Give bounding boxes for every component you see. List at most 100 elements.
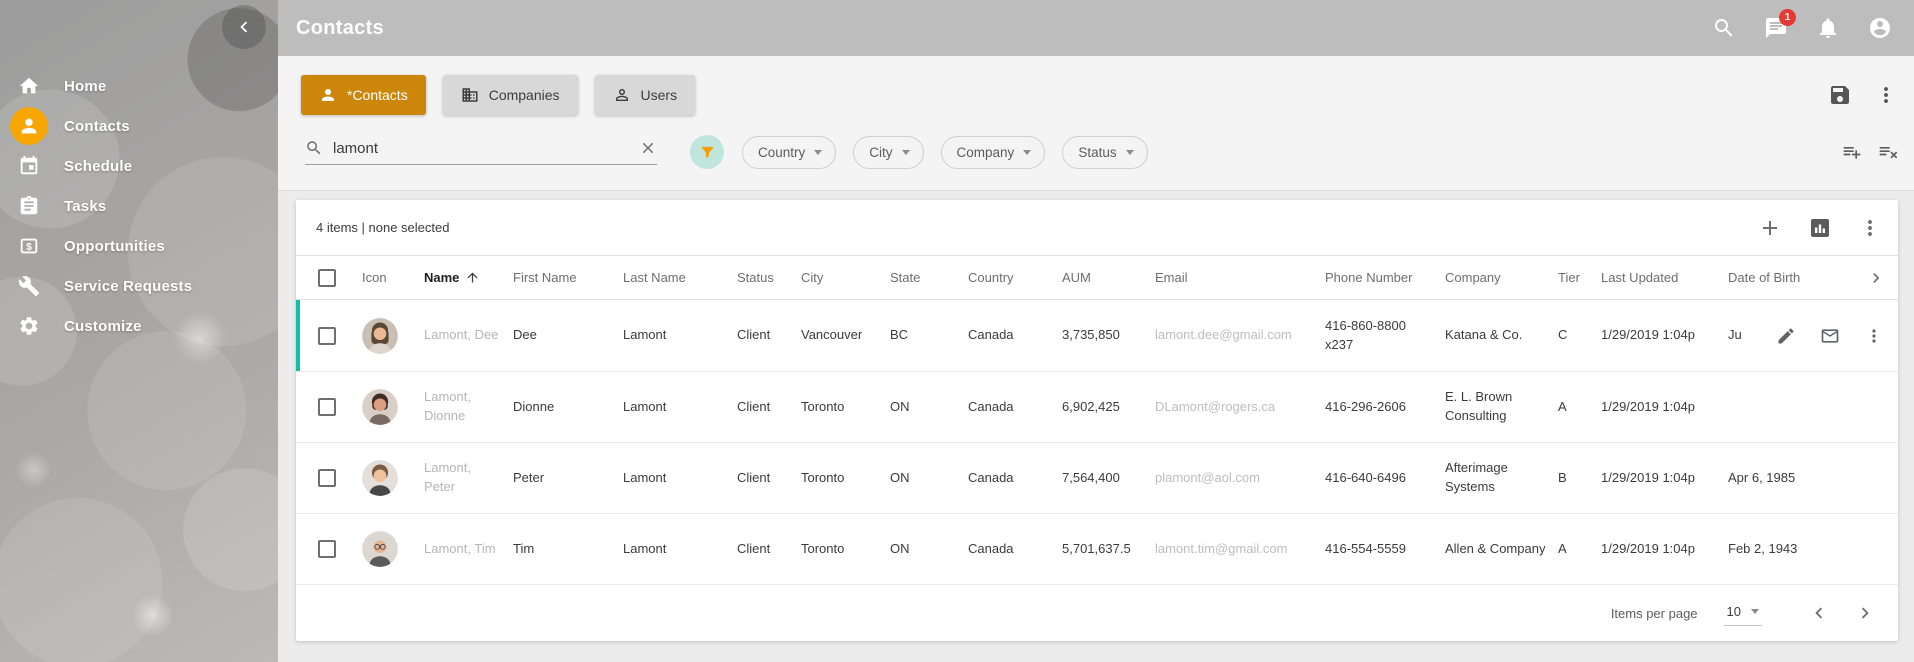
tab-label: *Contacts xyxy=(347,87,408,103)
row-checkbox[interactable] xyxy=(318,469,336,487)
page-size-select[interactable]: 10 xyxy=(1724,601,1762,626)
cell-dob: Apr 6, 1985 xyxy=(1728,461,1898,496)
sidebar-item-label: Contacts xyxy=(64,118,130,135)
search-icon[interactable] xyxy=(1712,16,1736,40)
table-row[interactable]: Lamont, DeeDeeLamontClientVancouverBCCan… xyxy=(296,300,1898,372)
row-hover-actions xyxy=(1768,326,1884,346)
row-checkbox[interactable] xyxy=(318,398,336,416)
sidebar-item-tasks[interactable]: Tasks xyxy=(0,186,278,226)
search-input[interactable] xyxy=(333,140,639,157)
cell-status: Client xyxy=(737,461,801,496)
tab-contacts[interactable]: *Contacts xyxy=(301,75,426,115)
column-header-name[interactable]: Name xyxy=(424,270,513,285)
select-all-checkbox[interactable] xyxy=(318,269,336,287)
column-header-last_name[interactable]: Last Name xyxy=(623,270,737,285)
filter-chip-company[interactable]: Company xyxy=(941,136,1046,169)
tab-companies[interactable]: Companies xyxy=(443,75,578,115)
edit-icon[interactable] xyxy=(1776,326,1796,346)
sidebar-collapse-button[interactable] xyxy=(222,5,266,49)
cell-status: Client xyxy=(737,532,801,567)
cell-first_name: Tim xyxy=(513,532,623,567)
sidebar-item-label: Opportunities xyxy=(64,238,165,255)
filter-chip-city[interactable]: City xyxy=(853,136,923,169)
column-header-first_name[interactable]: First Name xyxy=(513,270,623,285)
header-icons: 1 xyxy=(1712,16,1914,40)
cell-country: Canada xyxy=(968,461,1062,496)
column-header-tier[interactable]: Tier xyxy=(1558,270,1601,285)
sidebar-item-opportunities[interactable]: $ Opportunities xyxy=(0,226,278,266)
mail-icon[interactable] xyxy=(1820,326,1840,346)
table-row[interactable]: Lamont, TimTimLamontClientTorontoONCanad… xyxy=(296,514,1898,585)
cell-email: DLamont@rogers.ca xyxy=(1155,390,1325,425)
row-checkbox[interactable] xyxy=(318,327,336,345)
column-header-email[interactable]: Email xyxy=(1155,270,1325,285)
cell-last_updated: 1/29/2019 1:04p xyxy=(1601,461,1728,496)
cell-email: lamont.dee@gmail.com xyxy=(1155,318,1325,353)
cell-dob xyxy=(1728,399,1898,415)
account-icon[interactable] xyxy=(1868,16,1892,40)
sidebar-item-home[interactable]: Home xyxy=(0,66,278,106)
select-all-checkbox-cell xyxy=(318,269,362,287)
page-size-value: 10 xyxy=(1727,604,1741,619)
add-column-icon[interactable] xyxy=(1842,142,1862,162)
bell-icon[interactable] xyxy=(1816,16,1840,40)
caret-down-icon xyxy=(1126,150,1134,155)
column-header-phone[interactable]: Phone Number xyxy=(1325,270,1445,285)
cell-last_name: Lamont xyxy=(623,461,737,496)
cell-tier: B xyxy=(1558,461,1601,496)
table-body: Lamont, DeeDeeLamontClientVancouverBCCan… xyxy=(296,300,1898,585)
column-header-company[interactable]: Company xyxy=(1445,270,1558,285)
tab-users[interactable]: Users xyxy=(595,75,696,115)
table-row[interactable]: Lamont, DionneDionneLamontClientTorontoO… xyxy=(296,372,1898,443)
column-header-state[interactable]: State xyxy=(890,270,968,285)
column-header-city[interactable]: City xyxy=(801,270,890,285)
column-header-aum[interactable]: AUM xyxy=(1062,270,1155,285)
sidebar-item-customize[interactable]: Customize xyxy=(0,306,278,346)
sidebar-item-service-requests[interactable]: Service Requests xyxy=(0,266,278,306)
table-menu-kebab-icon[interactable] xyxy=(1858,216,1882,240)
cell-company: Katana & Co. xyxy=(1445,318,1558,353)
opportunities-icon: $ xyxy=(18,235,40,257)
cell-last_name: Lamont xyxy=(623,532,737,567)
previous-page-button[interactable] xyxy=(1808,602,1830,624)
column-list-actions xyxy=(1842,142,1898,162)
add-contact-icon[interactable] xyxy=(1758,216,1782,240)
row-checkbox[interactable] xyxy=(318,540,336,558)
remove-column-icon[interactable] xyxy=(1878,142,1898,162)
cell-company: Allen & Company xyxy=(1445,532,1558,567)
more-icon[interactable] xyxy=(1864,326,1884,346)
scroll-columns-right-icon[interactable] xyxy=(1866,268,1886,288)
tab-label: Companies xyxy=(489,87,560,103)
filter-funnel-button[interactable] xyxy=(690,135,724,169)
column-header-last_updated[interactable]: Last Updated xyxy=(1601,270,1728,285)
filter-chip-status[interactable]: Status xyxy=(1062,136,1147,169)
messages-icon[interactable]: 1 xyxy=(1764,16,1788,40)
cell-phone: 416-296-2606 xyxy=(1325,390,1445,425)
chevron-left-icon xyxy=(233,16,255,38)
column-header-country[interactable]: Country xyxy=(968,270,1062,285)
sidebar-item-contacts[interactable]: Contacts xyxy=(0,106,278,146)
cell-country: Canada xyxy=(968,390,1062,425)
view-menu-kebab-icon[interactable] xyxy=(1874,83,1898,107)
cell-name: Lamont, Dionne xyxy=(424,380,513,434)
cell-aum: 5,701,637.5 xyxy=(1062,532,1155,567)
bar-chart-icon[interactable] xyxy=(1808,216,1832,240)
filter-chip-country[interactable]: Country xyxy=(742,136,836,169)
column-header-status[interactable]: Status xyxy=(737,270,801,285)
column-header-icon[interactable]: Icon xyxy=(362,270,424,285)
cell-phone: 416-860-8800 x237 xyxy=(1325,309,1445,363)
tab-label: Users xyxy=(641,87,678,103)
cell-last_updated: 1/29/2019 1:04p xyxy=(1601,318,1728,353)
cell-country: Canada xyxy=(968,318,1062,353)
next-page-button[interactable] xyxy=(1854,602,1876,624)
view-actions xyxy=(1828,83,1898,107)
clear-search-icon[interactable] xyxy=(639,139,657,157)
cell-company: Afterimage Systems xyxy=(1445,451,1558,505)
caret-down-icon xyxy=(814,150,822,155)
save-icon[interactable] xyxy=(1828,83,1852,107)
cell-first_name: Peter xyxy=(513,461,623,496)
sidebar-item-schedule[interactable]: Schedule xyxy=(0,146,278,186)
cell-icon xyxy=(362,381,424,433)
avatar xyxy=(362,389,398,425)
table-row[interactable]: Lamont, PeterPeterLamontClientTorontoONC… xyxy=(296,443,1898,514)
